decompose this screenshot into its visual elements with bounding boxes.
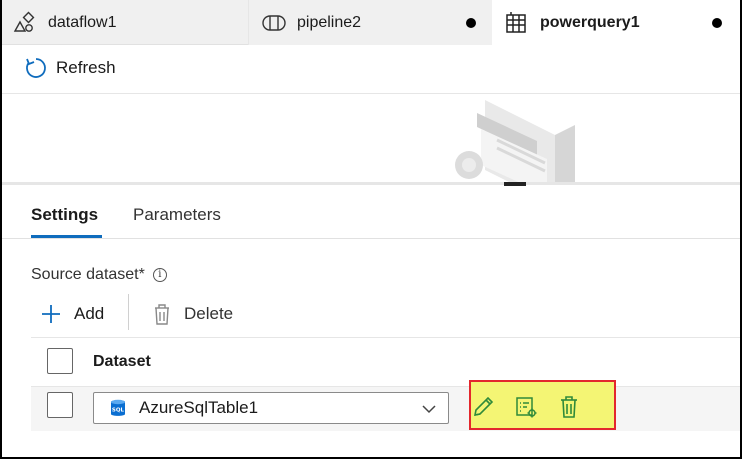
sql-icon-text: SQL [112, 408, 125, 414]
unsaved-dot-icon [712, 18, 722, 28]
tab-label: dataflow1 [48, 13, 117, 31]
add-dataset-button[interactable]: Add [40, 302, 104, 326]
document-tab-bar: dataflow1 pipeline2 powerquery1 [2, 0, 740, 46]
dataset-properties-button[interactable] [513, 394, 539, 420]
row-checkbox[interactable] [47, 392, 73, 418]
source-dataset-text: Source dataset* [31, 266, 145, 283]
refresh-icon [26, 58, 46, 78]
select-all-checkbox[interactable] [47, 348, 73, 374]
refresh-label: Refresh [56, 58, 116, 77]
unsaved-dot-icon [466, 18, 476, 28]
sql-icon: SQL [111, 399, 125, 416]
source-dataset-label: Source dataset* i [31, 266, 167, 284]
edit-dataset-button[interactable] [470, 394, 496, 420]
tab-settings[interactable]: Settings [31, 205, 98, 225]
tab-label: powerquery1 [540, 14, 640, 31]
tab-label: pipeline2 [297, 13, 362, 31]
canvas-area [2, 95, 740, 183]
plus-icon [42, 305, 60, 323]
pencil-icon [473, 396, 494, 417]
delete-label: Delete [184, 304, 234, 323]
remove-dataset-button[interactable] [556, 394, 582, 420]
refresh-button[interactable]: Refresh [24, 56, 116, 80]
dataset-select[interactable]: SQL AzureSqlTable1 [93, 392, 449, 424]
editor-toolbar: Refresh [2, 46, 740, 94]
trash-icon [155, 304, 169, 325]
toolbar-separator [128, 294, 129, 330]
info-icon[interactable]: i [152, 268, 167, 282]
tab-dataflow1[interactable]: dataflow1 [12, 0, 246, 45]
table-divider [31, 337, 740, 338]
dataset-value: AzureSqlTable1 [139, 398, 259, 417]
dataflow-icon [12, 11, 36, 35]
delete-dataset-button[interactable]: Delete [152, 302, 233, 326]
pipeline-icon [261, 11, 286, 35]
tab-pipeline2[interactable]: pipeline2 [248, 0, 492, 45]
chevron-down-icon [422, 405, 436, 414]
powerquery-icon [504, 11, 528, 35]
trash-icon [561, 396, 577, 418]
dataset-column-header: Dataset [93, 353, 151, 370]
panel-splitter[interactable] [2, 182, 740, 185]
properties-icon [516, 397, 537, 418]
tab-divider [2, 238, 740, 239]
properties-panel: Settings Parameters Source dataset* i Ad… [2, 186, 740, 457]
tab-powerquery1[interactable]: powerquery1 [492, 0, 740, 46]
empty-state-illustration [455, 100, 575, 183]
tab-parameters[interactable]: Parameters [133, 205, 221, 225]
add-label: Add [74, 304, 105, 323]
